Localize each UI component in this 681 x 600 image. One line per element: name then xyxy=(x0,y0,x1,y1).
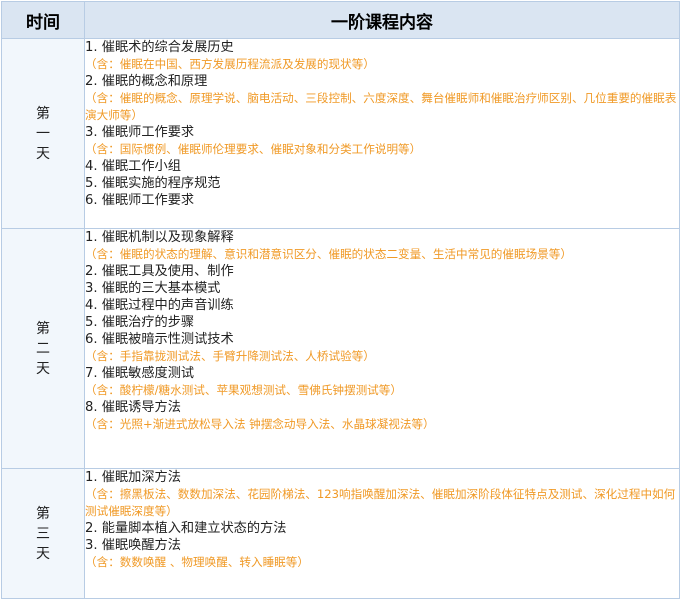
course-item: 2. 能量脚本植入和建立状态的方法 xyxy=(85,521,287,536)
course-item-note: （含：催眠在中国、西方发展历程流派及发展的现状等） xyxy=(85,57,375,71)
day-label-char: 第 xyxy=(36,105,50,122)
course-item-note: （含：催眠的概念、原理学说、脑电活动、三段控制、六度深度、舞台催眠师和催眠治疗师… xyxy=(85,91,677,122)
course-item: 6. 催眠被暗示性测试技术 xyxy=(85,332,234,347)
day-row: 第 三 天 1. 催眠加深方法 （含：擦黑板法、数数加深法、花园阶梯法、123响指… xyxy=(1,468,680,599)
course-item: 3. 催眠师工作要求 xyxy=(85,125,195,140)
course-item: 4. 催眠过程中的声音训练 xyxy=(85,298,234,313)
course-item-note: （含：数数唤醒 、物理唤醒、转入睡眠等） xyxy=(85,555,309,569)
course-item-note: （含：手指靠拢测试法、手臂升降测试法、人桥试验等） xyxy=(85,349,375,363)
day-content: 1. 催眠机制以及现象解释 （含：催眠的状态的理解、意识和潜意识区分、催眠的状态二… xyxy=(84,228,680,469)
course-item: 2. 催眠工具及使用、制作 xyxy=(85,264,234,279)
day-label-char: 二 xyxy=(36,340,50,357)
course-item: 2. 催眠的概念和原理 xyxy=(85,74,208,89)
day-label: 第 一 天 xyxy=(1,38,85,229)
day-label-char: 第 xyxy=(36,320,50,337)
day-content: 1. 催眠术的综合发展历史 （含：催眠在中国、西方发展历程流派及发展的现状等） 2.… xyxy=(84,38,680,229)
course-item: 7. 催眠敏感度测试 xyxy=(85,366,195,381)
course-item: 1. 催眠加深方法 xyxy=(85,470,181,485)
day-content: 1. 催眠加深方法 （含：擦黑板法、数数加深法、花园阶梯法、123响指唤醒加深法、… xyxy=(84,468,680,599)
course-item: 5. 催眠实施的程序规范 xyxy=(85,176,221,191)
day-label-char: 一 xyxy=(36,125,50,142)
course-item-note: （含：擦黑板法、数数加深法、花园阶梯法、123响指唤醒加深法、催眠加深阶段体征特… xyxy=(85,487,676,518)
day-label-char: 第 xyxy=(36,505,50,522)
course-item: 3. 催眠的三大基本模式 xyxy=(85,281,221,296)
course-item: 1. 催眠术的综合发展历史 xyxy=(85,40,234,55)
course-table: 时间 一阶课程内容 第 一 天 1. 催眠术的综合发展历史 （含：催眠在中国、西方… xyxy=(1,1,680,599)
day-row: 第 二 天 1. 催眠机制以及现象解释 （含：催眠的状态的理解、意识和潜意识区分、… xyxy=(1,228,680,469)
day-row: 第 一 天 1. 催眠术的综合发展历史 （含：催眠在中国、西方发展历程流派及发展的… xyxy=(1,38,680,229)
course-item: 6. 催眠师工作要求 xyxy=(85,193,195,208)
header-title: 一阶课程内容 xyxy=(84,1,680,39)
header-time: 时间 xyxy=(1,1,85,39)
day-label-char: 三 xyxy=(36,525,50,542)
day-label-char: 天 xyxy=(36,360,50,377)
course-item: 3. 催眠唤醒方法 xyxy=(85,538,181,553)
course-item: 5. 催眠治疗的步骤 xyxy=(85,315,195,330)
course-item-note: （含：光照+渐进式放松导入法 钟摆念动导入法、水晶球凝视法等） xyxy=(85,417,435,431)
day-label: 第 二 天 xyxy=(1,228,85,469)
day-label-char: 天 xyxy=(36,545,50,562)
course-item: 8. 催眠诱导方法 xyxy=(85,400,181,415)
course-item: 1. 催眠机制以及现象解释 xyxy=(85,230,234,245)
day-label-char: 天 xyxy=(36,145,50,162)
course-item-note: （含：酸柠檬/糖水测试、苹果观想测试、雪佛氏钟摆测试等） xyxy=(85,383,402,397)
day-label: 第 三 天 xyxy=(1,468,85,599)
course-item: 4. 催眠工作小组 xyxy=(85,159,181,174)
course-item-note: （含：国际惯例、催眠师伦理要求、催眠对象和分类工作说明等） xyxy=(85,142,422,156)
course-item-note: （含：催眠的状态的理解、意识和潜意识区分、催眠的状态二变量、生活中常见的催眠场景… xyxy=(85,247,572,261)
